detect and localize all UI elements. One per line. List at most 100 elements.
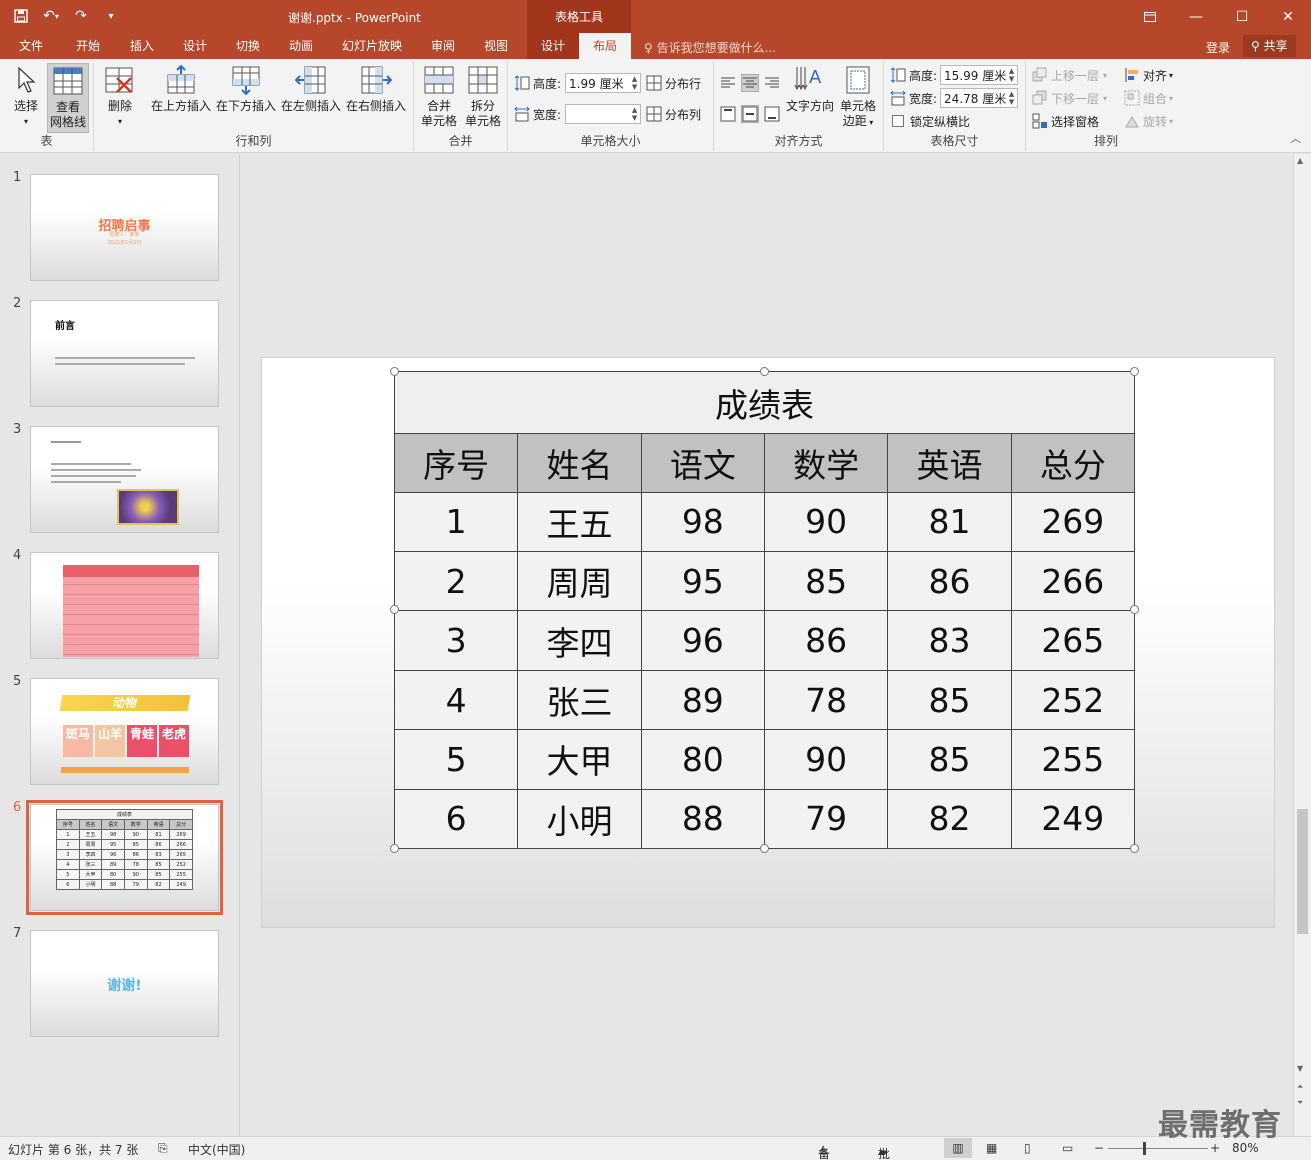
delete-button[interactable]: 删除 ▾ — [102, 63, 138, 129]
resize-handle-left[interactable] — [390, 605, 399, 614]
insert-above-button[interactable]: 在上方插入 — [150, 63, 212, 114]
select-button[interactable]: 选择 ▾ — [8, 63, 44, 129]
table-cell[interactable]: 90 — [763, 491, 889, 553]
table-cell[interactable]: 252 — [1010, 669, 1136, 731]
cell-width-spinner-icon[interactable]: ▲ ▼ — [630, 106, 639, 122]
table-cell[interactable]: 85 — [763, 551, 889, 612]
table-cell[interactable]: 255 — [1010, 729, 1136, 790]
tell-me-search[interactable]: ♀ 告诉我您想要做什么... — [644, 39, 776, 56]
spell-check-icon[interactable]: ⎘ — [158, 1141, 168, 1156]
tab-slideshow[interactable]: 幻灯片放映 — [336, 33, 408, 59]
insert-right-button[interactable]: 在右侧插入 — [345, 63, 407, 114]
lock-aspect-ratio-checkbox[interactable]: 锁定纵横比 — [892, 111, 970, 131]
table-cell[interactable]: 83 — [887, 610, 1012, 671]
align-center-icon[interactable] — [741, 74, 759, 92]
reading-view-icon[interactable]: ▯ — [1024, 1141, 1031, 1155]
slide-thumbnail-4[interactable] — [30, 552, 219, 659]
minimize-icon[interactable]: — — [1173, 0, 1219, 33]
tab-insert[interactable]: 插入 — [124, 33, 160, 59]
resize-handle-bottom[interactable] — [760, 844, 769, 853]
table-cell[interactable]: 249 — [1010, 788, 1136, 850]
resize-handle-top-right[interactable] — [1130, 367, 1139, 376]
tab-transitions[interactable]: 切换 — [230, 33, 266, 59]
resize-handle-top[interactable] — [760, 367, 769, 376]
scroll-up-icon[interactable]: ▲ — [1297, 156, 1303, 165]
vertical-scrollbar[interactable]: ▲ ▼ ⏶ ⏷ — [1293, 154, 1311, 1136]
table-title-cell[interactable]: 成绩表 — [394, 370, 1135, 435]
tab-review[interactable]: 审阅 — [425, 33, 461, 59]
slide-thumbnail-1[interactable]: 招聘启事 招聘人：某某 2021年1月1日 — [30, 174, 219, 281]
align-top-icon[interactable] — [720, 106, 736, 122]
table-cell[interactable]: 王五 — [517, 491, 642, 553]
scrollbar-thumb[interactable] — [1297, 809, 1308, 934]
table-cell[interactable]: 81 — [887, 491, 1012, 553]
close-icon[interactable]: ✕ — [1265, 0, 1311, 33]
save-icon[interactable] — [8, 5, 34, 27]
cell-height-input[interactable]: 1.99 厘米 ▲ ▼ — [565, 73, 642, 93]
tab-animations[interactable]: 动画 — [283, 33, 319, 59]
align-left-icon[interactable] — [720, 75, 736, 91]
table-header-cell[interactable]: 姓名 — [517, 433, 642, 493]
table-cell[interactable]: 90 — [763, 729, 889, 790]
tab-design[interactable]: 设计 — [177, 33, 213, 59]
slide-thumbnail-7[interactable]: 谢谢! — [30, 930, 219, 1037]
table-cell[interactable]: 86 — [763, 610, 889, 671]
resize-handle-right[interactable] — [1130, 605, 1139, 614]
table-cell[interactable]: 大甲 — [517, 729, 642, 790]
insert-left-button[interactable]: 在左侧插入 — [280, 63, 342, 114]
selection-pane-button[interactable]: 选择窗格 — [1032, 111, 1099, 131]
send-backward-button[interactable]: 下移一层 ▾ — [1032, 88, 1107, 108]
distribute-columns-button[interactable]: 分布列 — [646, 104, 701, 124]
previous-slide-icon[interactable]: ⏶ — [1297, 1082, 1303, 1092]
distribute-rows-button[interactable]: 分布行 — [646, 73, 701, 93]
language-indicator[interactable]: 中文(中国) — [188, 1141, 245, 1158]
table-height-spinner-icon[interactable]: ▲ ▼ — [1007, 67, 1016, 83]
bring-forward-button[interactable]: 上移一层 ▾ — [1032, 65, 1107, 85]
grade-table[interactable]: 成绩表 序号 姓名 语文 数学 英语 总分 1 王五 98 90 81 269 2 周周 95 85 86 266 3… — [393, 370, 1136, 850]
table-cell[interactable]: 265 — [1010, 610, 1136, 671]
collapse-ribbon-icon[interactable]: ︿ — [1290, 130, 1301, 146]
table-cell[interactable]: 5 — [393, 729, 519, 790]
tab-file[interactable]: 文件 — [13, 33, 49, 59]
align-right-icon[interactable] — [764, 75, 780, 91]
cell-width-input[interactable]: ▲ ▼ — [565, 104, 642, 124]
insert-below-button[interactable]: 在下方插入 — [215, 63, 277, 114]
table-header-cell[interactable]: 数学 — [763, 433, 889, 493]
customize-qat-icon[interactable]: ▾ — [98, 5, 124, 27]
slide-sorter-icon[interactable]: ▦ — [986, 1141, 997, 1155]
table-cell[interactable]: 小明 — [517, 788, 642, 850]
table-cell[interactable]: 98 — [640, 491, 765, 553]
table-cell[interactable]: 95 — [640, 551, 765, 612]
maximize-icon[interactable]: ☐ — [1219, 0, 1265, 33]
cell-height-spinner-icon[interactable]: ▲ ▼ — [630, 75, 639, 91]
slide-thumbnail-3[interactable] — [30, 426, 219, 533]
zoom-out-icon[interactable]: − — [1094, 1141, 1104, 1155]
table-cell[interactable]: 李四 — [517, 610, 642, 671]
scroll-down-icon[interactable]: ▼ — [1297, 1064, 1303, 1073]
normal-view-icon[interactable]: ▥ — [944, 1138, 972, 1158]
table-cell[interactable]: 96 — [640, 610, 765, 671]
text-direction-button[interactable]: A 文字方向 — [784, 63, 836, 114]
table-header-cell[interactable]: 总分 — [1010, 433, 1136, 493]
tab-home[interactable]: 开始 — [70, 33, 106, 59]
table-cell[interactable]: 4 — [393, 669, 519, 731]
table-cell[interactable]: 82 — [887, 788, 1012, 850]
table-cell[interactable]: 266 — [1010, 551, 1136, 612]
ribbon-display-icon[interactable] — [1127, 0, 1173, 33]
slide-editing-canvas[interactable]: 成绩表 序号 姓名 语文 数学 英语 总分 1 王五 98 90 81 269 2 周周 95 85 86 266 3… — [241, 154, 1293, 1136]
table-cell[interactable]: 79 — [763, 788, 889, 850]
view-gridlines-button[interactable]: 查看 网格线 — [47, 63, 89, 133]
slide-thumbnail-2[interactable]: 前言 — [30, 300, 219, 407]
resize-handle-bottom-right[interactable] — [1130, 844, 1139, 853]
resize-handle-bottom-left[interactable] — [390, 844, 399, 853]
align-button[interactable]: 对齐 ▾ — [1124, 65, 1173, 85]
table-cell[interactable]: 269 — [1010, 491, 1136, 553]
table-cell[interactable]: 85 — [887, 669, 1012, 731]
table-header-cell[interactable]: 英语 — [887, 433, 1012, 493]
resize-handle-top-left[interactable] — [390, 367, 399, 376]
table-cell[interactable]: 6 — [393, 788, 519, 850]
undo-icon[interactable]: ↶ ▾ — [38, 5, 64, 27]
align-bottom-icon[interactable] — [764, 106, 780, 122]
table-cell[interactable]: 88 — [640, 788, 765, 850]
table-cell[interactable]: 1 — [393, 491, 519, 553]
